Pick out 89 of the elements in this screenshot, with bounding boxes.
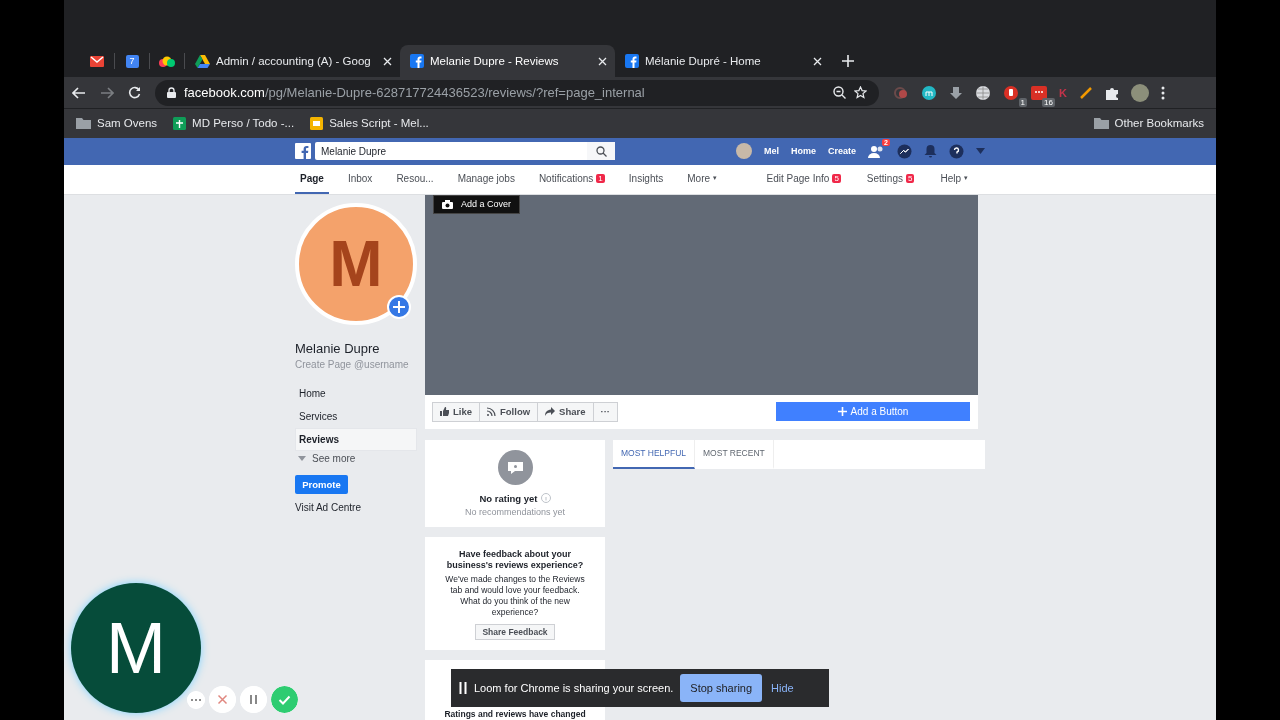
profile-avatar[interactable] xyxy=(1130,83,1149,102)
page-tab[interactable]: Notifications 1 xyxy=(533,164,610,194)
like-button[interactable]: Like xyxy=(432,402,480,422)
sort-tab[interactable]: MOST HELPFUL xyxy=(613,440,696,469)
extension-icon[interactable] xyxy=(1031,85,1047,100)
facebook-icon xyxy=(625,54,639,69)
sort-tab[interactable]: MOST RECENT xyxy=(695,440,774,469)
close-icon[interactable] xyxy=(383,56,392,66)
friends-icon[interactable] xyxy=(868,144,885,158)
page-tab[interactable]: Insights xyxy=(623,164,669,194)
messenger-icon[interactable] xyxy=(897,143,912,159)
browser-tab[interactable]: Admin / accounting (A) - Goog xyxy=(185,45,400,78)
share-button[interactable]: Share xyxy=(537,402,594,422)
zoom-icon[interactable] xyxy=(833,86,846,100)
download-icon xyxy=(949,85,963,100)
sidebar-item[interactable]: Reviews xyxy=(295,428,417,451)
reload-icon[interactable] xyxy=(128,86,141,100)
thumb-icon xyxy=(440,407,449,417)
page-tab[interactable]: Resou... xyxy=(391,164,439,194)
mail-icon xyxy=(90,55,104,67)
page-tab[interactable]: Edit Page Info 5 xyxy=(761,164,846,194)
bookmark-link[interactable]: Sam Ovens xyxy=(97,117,158,130)
slides-icon xyxy=(310,116,324,130)
extension-badge: 1 xyxy=(1018,97,1027,107)
globe-icon xyxy=(975,84,991,101)
star-icon[interactable] xyxy=(854,86,867,100)
rating-title: No rating yet xyxy=(479,493,538,504)
sharing-message: Loom for Chrome is sharing your screen. xyxy=(474,682,674,694)
address-bar[interactable]: facebook.com/pg/Melanie-Dupre-628717724436523/reviews/?ref=page_internal xyxy=(155,79,879,106)
feedback-text: We've made changes to the Reviews tab and would love your feedback. What do you think of the new experience? xyxy=(444,574,586,618)
nav-link[interactable]: Create xyxy=(828,146,856,157)
letter-circle-icon xyxy=(921,84,937,101)
rings-icon xyxy=(893,84,909,101)
rss-icon xyxy=(487,407,496,417)
back-icon[interactable] xyxy=(72,86,86,99)
more-button[interactable]: ··· xyxy=(592,402,618,422)
extension-badge: 16 xyxy=(1042,97,1055,107)
stop-sharing-button[interactable]: Stop sharing xyxy=(680,674,763,702)
notice-title: Ratings and reviews have changed xyxy=(444,710,586,719)
pause-icon[interactable] xyxy=(459,682,467,694)
user-avatar[interactable] xyxy=(735,143,752,160)
calendar-icon: 7 xyxy=(125,54,139,68)
plus-icon xyxy=(837,407,847,417)
page-tab[interactable]: Inbox xyxy=(342,164,378,194)
browser-tab[interactable]: Mélanie Dupré - Home xyxy=(615,45,830,78)
caret-icon xyxy=(298,456,306,461)
sidebar-item[interactable]: Home xyxy=(295,382,417,405)
camera-icon xyxy=(442,200,453,209)
close-icon[interactable] xyxy=(598,56,607,66)
folder-icon xyxy=(1093,117,1109,130)
nav-link[interactable]: Home xyxy=(790,146,816,157)
folder-icon xyxy=(76,117,91,130)
pencil-icon[interactable] xyxy=(1078,85,1093,100)
promote-button[interactable]: Promote xyxy=(295,475,348,494)
search-field[interactable]: Melanie Dupre xyxy=(315,142,615,161)
rating-subtitle: No recommendations yet xyxy=(464,507,565,517)
triangle-icon xyxy=(195,54,210,68)
bookmark-link[interactable]: MD Perso / Todo -... xyxy=(192,117,295,130)
share-icon xyxy=(545,407,556,417)
page-name: Melanie Dupre xyxy=(295,341,381,356)
facebook-icon xyxy=(410,54,424,69)
sheet-icon xyxy=(173,116,187,130)
follow-button[interactable]: Follow xyxy=(479,402,539,422)
lock-icon xyxy=(167,87,176,99)
see-more-link[interactable]: See more xyxy=(295,451,417,466)
new-tab-icon[interactable] xyxy=(842,55,854,68)
browser-tab[interactable]: Melanie Dupre - Reviews xyxy=(400,45,615,78)
page-tab[interactable]: Settings 5 xyxy=(861,164,920,194)
page-avatar: M xyxy=(295,203,417,325)
ad-centre-link[interactable]: Visit Ad Centre xyxy=(295,502,417,513)
help-icon[interactable] xyxy=(949,143,964,159)
sidebar-item[interactable]: Services xyxy=(295,405,417,428)
add-icon[interactable] xyxy=(387,295,411,319)
hide-button[interactable]: Hide xyxy=(769,682,796,694)
bookmark-link[interactable]: Other Bookmarks xyxy=(1114,117,1204,130)
page-tab[interactable]: Page xyxy=(295,164,329,194)
puzzle-icon[interactable] xyxy=(1104,85,1119,100)
review-bubble-icon xyxy=(497,450,533,485)
feedback-title: Have feedback about your business's reviews experience? xyxy=(445,549,585,571)
profile-link[interactable]: Mel xyxy=(763,146,779,157)
forward-icon[interactable] xyxy=(100,86,114,99)
facebook-logo[interactable] xyxy=(295,143,311,160)
add-a-button[interactable]: Add a Button xyxy=(776,402,970,422)
close-icon[interactable] xyxy=(813,56,822,66)
share-feedback-button[interactable]: Share Feedback xyxy=(475,624,555,640)
search-icon[interactable] xyxy=(595,145,607,157)
page-tab[interactable]: Manage jobs xyxy=(452,164,520,194)
menu-icon[interactable] xyxy=(1160,85,1165,100)
bookmark-link[interactable]: Sales Script - Mel... xyxy=(329,117,429,130)
